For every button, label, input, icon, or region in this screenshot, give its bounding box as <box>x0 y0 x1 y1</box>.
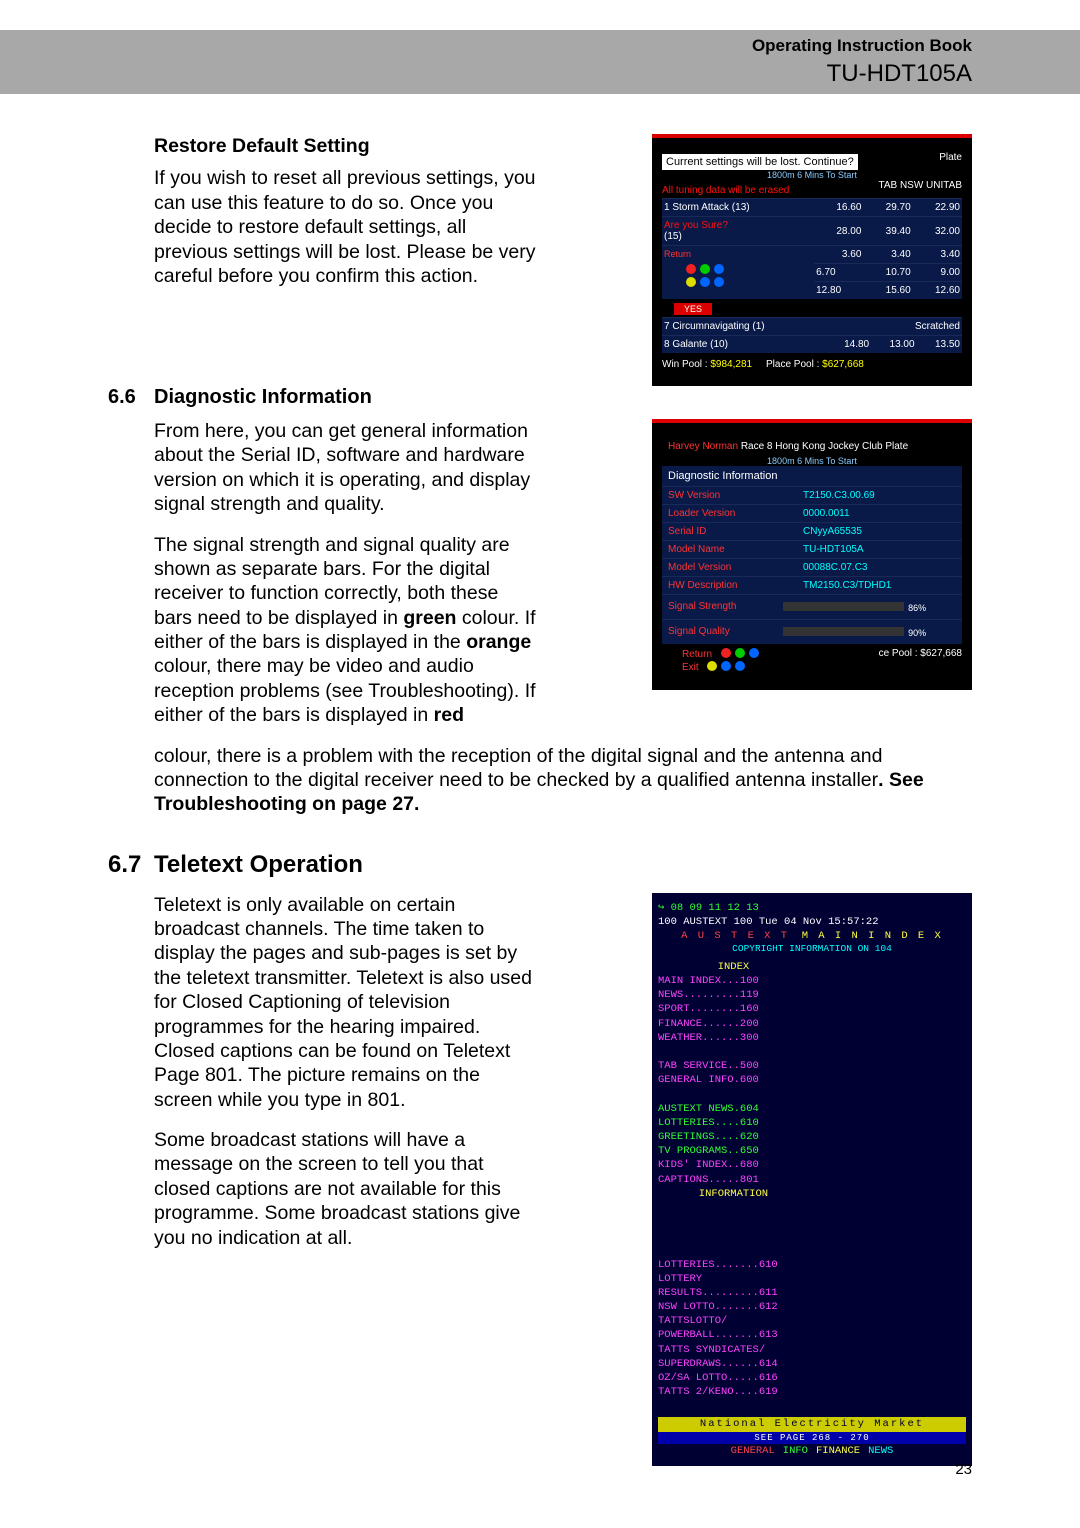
section-6-6-p1: From here, you can get general informati… <box>154 419 538 517</box>
sub-line: 1800m 6 Mins To Start <box>662 170 962 180</box>
dialog-line1: Current settings will be lost. Continue? <box>662 154 858 170</box>
race-row: 7 Circumnavigating (1) <box>662 318 826 336</box>
race-row: 8 Galante (10) <box>662 336 826 354</box>
signal-strength-row: Signal Strength86% <box>662 594 962 619</box>
teletext-screenshot: ↪ 08 09 11 12 13 100 AUSTEXT 100 Tue 04 … <box>652 893 972 1466</box>
model-number: TU-HDT105A <box>827 60 972 88</box>
teletext-see-page: SEE PAGE 268 - 270 <box>658 1432 966 1444</box>
diagnostic-table: SW VersionT2150.C3.00.69 Loader Version0… <box>662 486 962 594</box>
restore-body: If you wish to reset all previous settin… <box>154 166 538 288</box>
signal-quality-row: Signal Quality90% <box>662 619 962 644</box>
section-6-6-p2-part: The signal strength and signal quality a… <box>154 533 538 728</box>
nav-dots <box>684 264 812 290</box>
teletext-copyright: COPYRIGHT INFORMATION ON 104 <box>658 943 966 956</box>
teletext-banner: National Electricity Market <box>658 1417 966 1431</box>
teletext-title1: A U S T E X T <box>681 930 789 942</box>
race-table: 1 Storm Attack (13)16.6029.7022.90 Are y… <box>662 198 962 299</box>
section-6-7-heading: 6.7Teletext Operation <box>108 851 972 879</box>
teletext-info-head: INFORMATION <box>658 1187 809 1201</box>
pool-line: Win Pool : $984,281 Place Pool : $627,66… <box>662 359 962 370</box>
yes-button[interactable]: YES <box>674 303 712 315</box>
return-label: Return <box>664 249 691 259</box>
return-exit: Return ce Pool : $627,668 Exit <box>682 648 962 674</box>
teletext-footer: GENERALINFOFINANCENEWS <box>658 1444 966 1458</box>
teletext-line1: 100 AUSTEXT 100 Tue 04 Nov 15:57:22 <box>658 915 966 929</box>
teletext-left-column: MAIN INDEX...100NEWS.........119SPORT...… <box>658 974 809 1187</box>
teletext-right-column: LOTTERIES.......610LOTTERYRESULTS.......… <box>658 1201 809 1414</box>
col-heads: TAB NSW UNITAB <box>878 180 962 191</box>
section-6-7-p1: Teletext is only available on certain br… <box>154 893 538 1112</box>
race-row: 1 Storm Attack (13) <box>662 199 814 217</box>
scratched: Scratched <box>826 318 962 336</box>
restore-title: Restore Default Setting <box>154 134 538 158</box>
race-header: Harvey Norman Race 8 Hong Kong Jockey Cl… <box>662 437 962 456</box>
teletext-title2: M A I N I N D E X <box>802 930 943 942</box>
restore-screenshot: Current settings will be lost. Continue?… <box>652 134 972 386</box>
erase-line: All tuning data will be erased <box>662 185 789 196</box>
section-6-6-p2-rest: colour, there is a problem with the rece… <box>154 744 972 817</box>
teletext-tabs: ↪ 08 09 11 12 13 <box>658 901 966 915</box>
section-6-7-p2: Some broadcast stations will have a mess… <box>154 1128 538 1250</box>
page-number: 23 <box>955 1461 972 1478</box>
are-you-sure: Are you Sure? <box>664 220 812 231</box>
section-6-6-heading: 6.6Diagnostic Information <box>108 386 972 409</box>
race-sub: 1800m 6 Mins To Start <box>662 456 962 466</box>
header-bar: Operating Instruction Book TU-HDT105A <box>0 30 1080 94</box>
teletext-index-head: INDEX <box>658 960 809 974</box>
book-title: Operating Instruction Book <box>752 36 972 56</box>
diagnostic-screenshot: Harvey Norman Race 8 Hong Kong Jockey Cl… <box>652 419 972 690</box>
diagnostic-title: Diagnostic Information <box>662 466 962 486</box>
plate-text: Plate <box>939 152 962 163</box>
